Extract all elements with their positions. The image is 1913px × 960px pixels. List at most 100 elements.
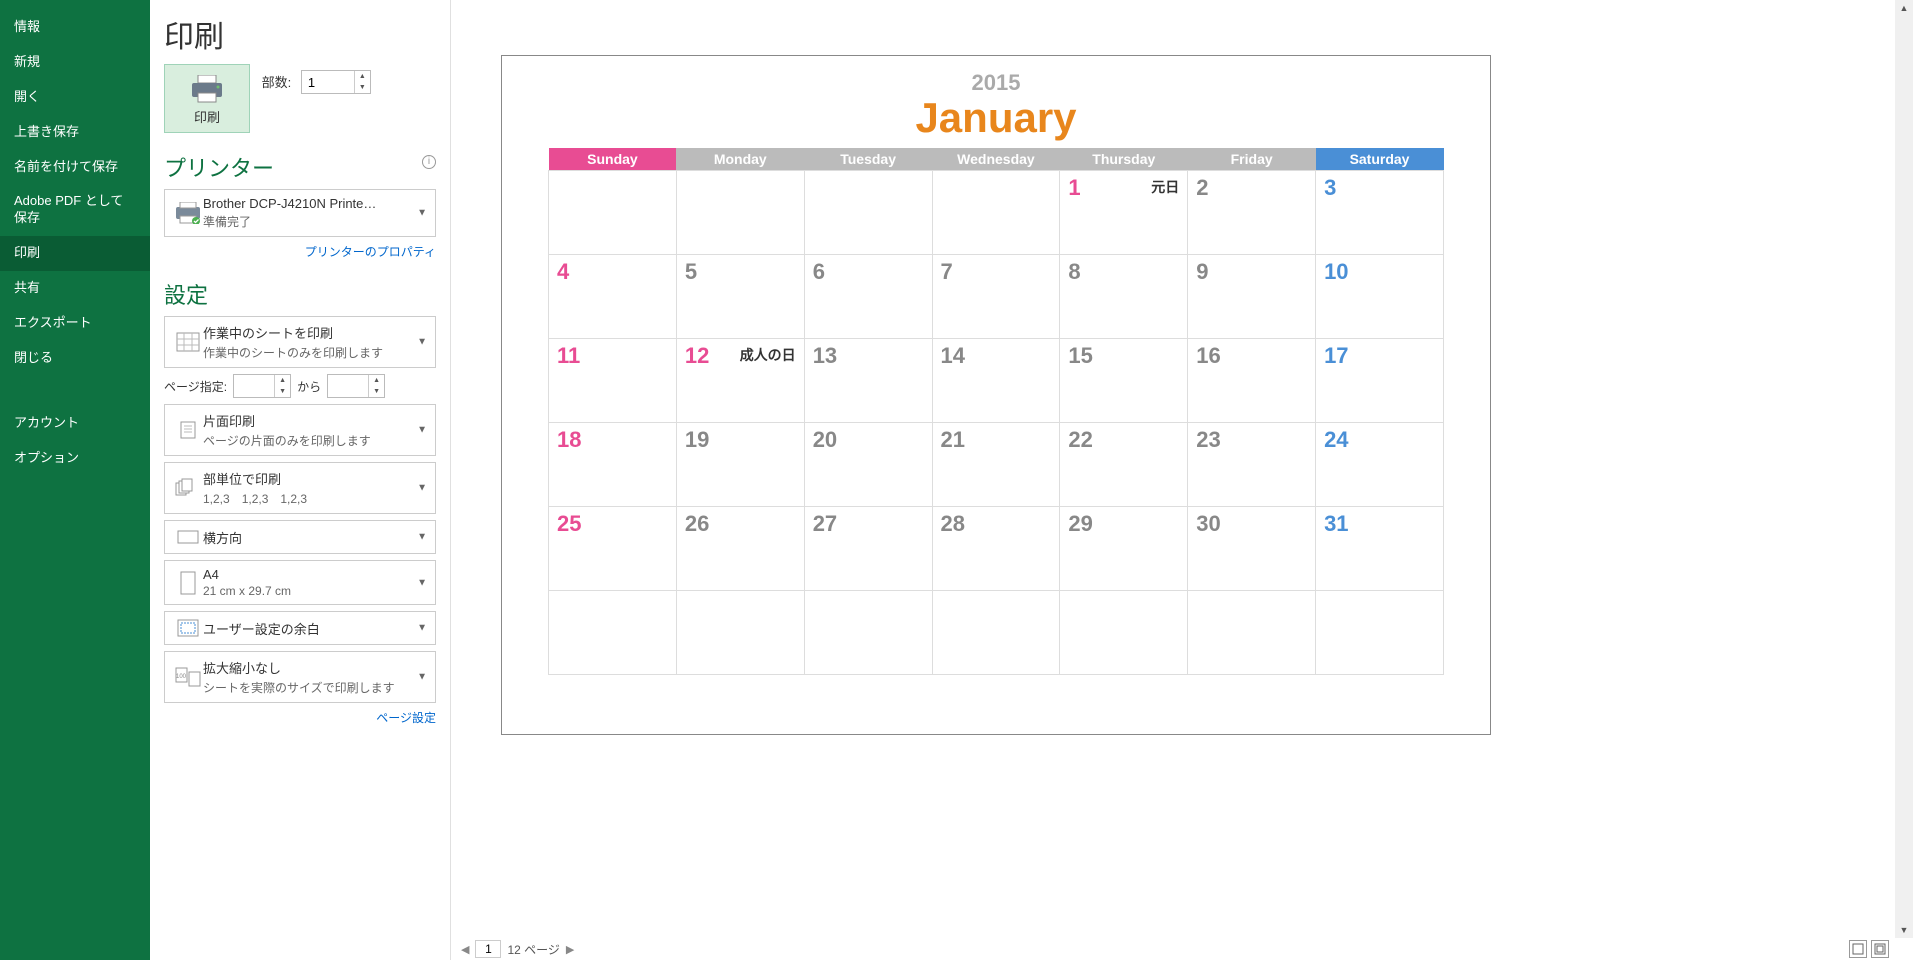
copies-label: 部数: xyxy=(262,75,292,90)
calendar-cell: 24 xyxy=(1316,423,1444,507)
copies-spinner[interactable]: ▲▼ xyxy=(301,70,371,94)
calendar-day-header: Sunday xyxy=(549,148,677,171)
calendar-cell: 23 xyxy=(1188,423,1316,507)
page-number-input[interactable] xyxy=(475,940,501,958)
paper-size-dropdown[interactable]: A421 cm x 29.7 cm ▼ xyxy=(164,560,436,605)
calendar-cell xyxy=(932,171,1060,255)
sidebar-item[interactable]: 開く xyxy=(0,80,150,115)
settings-heading: 設定 xyxy=(164,278,436,310)
scaling-dropdown[interactable]: 100 拡大縮小なしシートを実際のサイズで印刷します ▼ xyxy=(164,651,436,703)
calendar-cell: 2 xyxy=(1188,171,1316,255)
printer-properties-link[interactable]: プリンターのプロパティ xyxy=(164,243,436,260)
next-page-icon[interactable]: ▶ xyxy=(566,943,574,956)
print-preview: 2015 January SundayMondayTuesdayWednesda… xyxy=(450,0,1913,960)
calendar-cell: 6 xyxy=(804,255,932,339)
zoom-to-page-button[interactable] xyxy=(1849,940,1867,958)
chevron-down-icon: ▼ xyxy=(417,532,427,543)
sidebar-item[interactable]: エクスポート xyxy=(0,306,150,341)
chevron-down-icon: ▼ xyxy=(417,337,427,348)
printer-dropdown[interactable]: Brother DCP-J4210N Printe… 準備完了 ▼ xyxy=(164,189,436,237)
sidebar-item[interactable]: 新規 xyxy=(0,45,150,80)
sheet-icon xyxy=(173,332,203,352)
page-setup-link[interactable]: ページ設定 xyxy=(164,709,436,726)
printer-name: Brother DCP-J4210N Printe… xyxy=(203,196,409,211)
calendar-cell: 27 xyxy=(804,507,932,591)
calendar-cell: 20 xyxy=(804,423,932,507)
sidebar-item[interactable]: 名前を付けて保存 xyxy=(0,150,150,185)
calendar-cell xyxy=(932,591,1060,675)
prev-page-icon[interactable]: ◀ xyxy=(461,943,469,956)
info-icon[interactable]: i xyxy=(422,155,436,169)
calendar-cell xyxy=(1316,591,1444,675)
sidebar-item[interactable]: アカウント xyxy=(0,406,150,441)
calendar-cell: 21 xyxy=(932,423,1060,507)
calendar-cell: 12成人の日 xyxy=(676,339,804,423)
print-button-label: 印刷 xyxy=(189,107,225,126)
copies-input[interactable] xyxy=(302,71,354,93)
chevron-down-icon: ▼ xyxy=(417,623,427,634)
chevron-down-icon: ▼ xyxy=(417,425,427,436)
page-icon xyxy=(173,571,203,595)
calendar-cell: 4 xyxy=(549,255,677,339)
calendar-cell: 3 xyxy=(1316,171,1444,255)
spinner-up-icon[interactable]: ▲ xyxy=(355,71,370,82)
preview-footer: ◀ 12 ページ ▶ xyxy=(451,938,1895,960)
orientation-dropdown[interactable]: 横方向 ▼ xyxy=(164,520,436,554)
calendar-cell: 19 xyxy=(676,423,804,507)
collate-icon xyxy=(173,478,203,498)
calendar-cell: 15 xyxy=(1060,339,1188,423)
preview-page: 2015 January SundayMondayTuesdayWednesda… xyxy=(501,55,1491,735)
svg-text:100: 100 xyxy=(176,674,187,680)
chevron-down-icon: ▼ xyxy=(417,208,427,219)
chevron-down-icon: ▼ xyxy=(417,577,427,588)
calendar-day-header: Wednesday xyxy=(932,148,1060,171)
single-side-icon xyxy=(173,420,203,440)
calendar-cell: 31 xyxy=(1316,507,1444,591)
sidebar-item[interactable]: 閉じる xyxy=(0,341,150,376)
print-panel: 印刷 印刷 部数: ▲▼ プリンター i Brother DC xyxy=(150,0,450,960)
calendar-cell: 14 xyxy=(932,339,1060,423)
calendar-day-header: Tuesday xyxy=(804,148,932,171)
sidebar-item[interactable]: 情報 xyxy=(0,10,150,45)
calendar-cell: 8 xyxy=(1060,255,1188,339)
calendar-table: SundayMondayTuesdayWednesdayThursdayFrid… xyxy=(548,148,1444,675)
sides-dropdown[interactable]: 片面印刷ページの片面のみを印刷します ▼ xyxy=(164,404,436,456)
collate-dropdown[interactable]: 部単位で印刷1,2,3 1,2,3 1,2,3 ▼ xyxy=(164,462,436,514)
scroll-up-icon[interactable]: ▲ xyxy=(1900,3,1909,13)
calendar-cell: 22 xyxy=(1060,423,1188,507)
calendar-month: January xyxy=(548,94,1444,142)
calendar-cell xyxy=(1188,591,1316,675)
scroll-down-icon[interactable]: ▼ xyxy=(1900,925,1909,935)
margins-dropdown[interactable]: ユーザー設定の余白 ▼ xyxy=(164,611,436,645)
calendar-cell: 16 xyxy=(1188,339,1316,423)
spinner-down-icon[interactable]: ▼ xyxy=(355,82,370,93)
sidebar-item[interactable]: Adobe PDF として保存 xyxy=(0,184,150,236)
sidebar-item[interactable]: 共有 xyxy=(0,271,150,306)
landscape-icon xyxy=(173,527,203,547)
sidebar-item[interactable]: 上書き保存 xyxy=(0,115,150,150)
calendar-cell: 11 xyxy=(549,339,677,423)
page-from-spinner[interactable]: ▲▼ xyxy=(233,374,291,398)
sidebar-item[interactable]: オプション xyxy=(0,441,150,476)
calendar-cell: 25 xyxy=(549,507,677,591)
vertical-scrollbar[interactable]: ▲▼ xyxy=(1895,0,1913,938)
no-scale-icon: 100 xyxy=(173,667,203,687)
calendar-day-header: Saturday xyxy=(1316,148,1444,171)
printer-status: 準備完了 xyxy=(203,213,409,230)
printer-device-icon xyxy=(173,202,203,224)
calendar-cell: 9 xyxy=(1188,255,1316,339)
print-button[interactable]: 印刷 xyxy=(164,64,250,133)
calendar-cell: 30 xyxy=(1188,507,1316,591)
margins-icon xyxy=(173,618,203,638)
calendar-cell: 18 xyxy=(549,423,677,507)
chevron-down-icon: ▼ xyxy=(417,483,427,494)
sidebar-item[interactable]: 印刷 xyxy=(0,236,150,271)
calendar-cell: 10 xyxy=(1316,255,1444,339)
printer-heading: プリンター i xyxy=(164,151,436,183)
calendar-year: 2015 xyxy=(548,70,1444,96)
page-to-spinner[interactable]: ▲▼ xyxy=(327,374,385,398)
zoom-button[interactable] xyxy=(1871,940,1889,958)
backstage-sidebar: 情報新規開く上書き保存名前を付けて保存Adobe PDF として保存印刷共有エク… xyxy=(0,0,150,960)
print-what-dropdown[interactable]: 作業中のシートを印刷作業中のシートのみを印刷します ▼ xyxy=(164,316,436,368)
calendar-day-header: Thursday xyxy=(1060,148,1188,171)
